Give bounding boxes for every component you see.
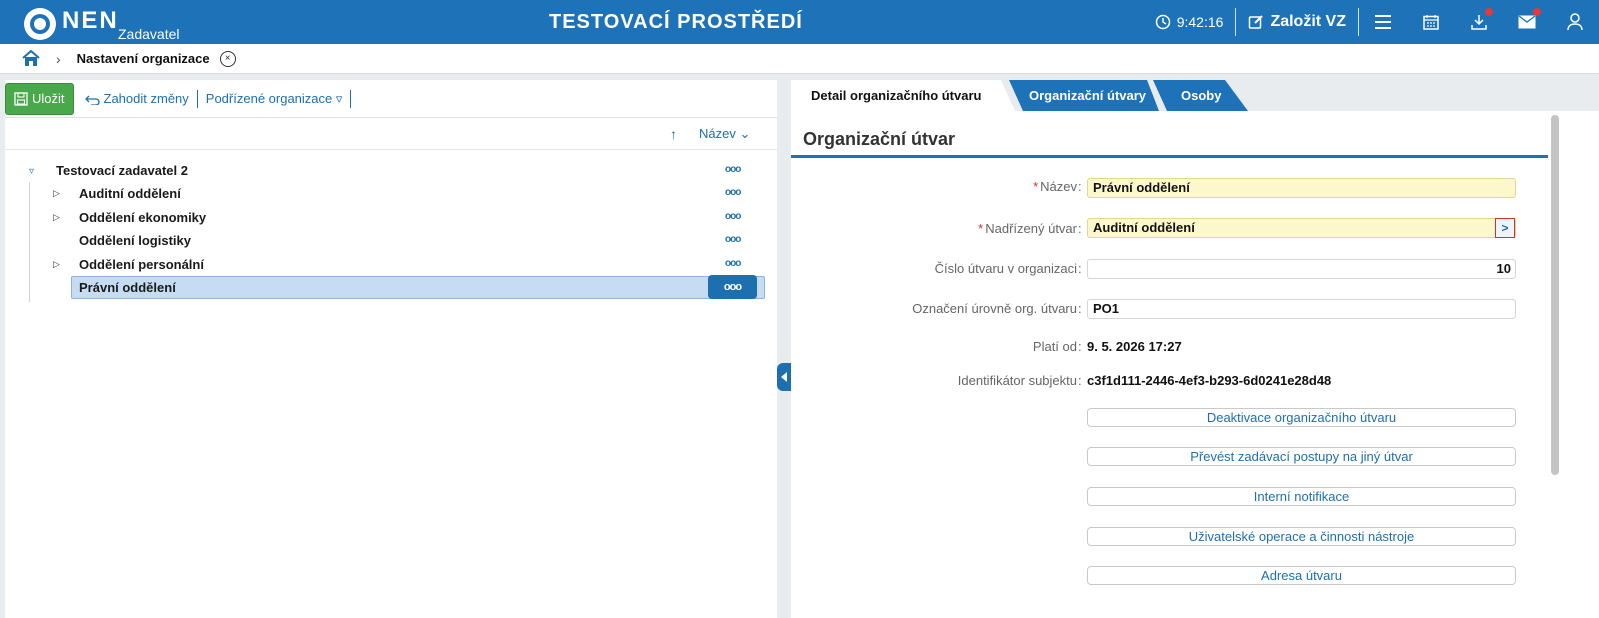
internal-notifications-button[interactable]: Interní notifikace [1087,487,1516,506]
nen-logo-icon [24,8,56,40]
unit-address-button[interactable]: Adresa útvaru [1087,566,1516,585]
menu-button[interactable] [1359,0,1407,44]
close-tab-button[interactable]: × [219,50,236,67]
calendar-icon [1423,15,1439,30]
messages-button[interactable] [1503,0,1551,44]
mail-icon [1518,15,1536,29]
more-actions-button[interactable]: ooo [708,275,757,299]
label-colon: : [1078,261,1082,276]
more-icon[interactable]: ooo [725,211,741,222]
section-divider [791,155,1548,158]
panel-collapse-handle[interactable] [777,363,791,391]
environment-title: TESTOVACÍ PROSTŘEDÍ [549,11,803,33]
detail-panel: Osoby Organizační útvary Detail organiza… [791,80,1599,618]
session-clock: 9:42:16 [1143,0,1236,44]
hamburger-icon [1375,15,1391,29]
parent-unit-label: * Nadřízený útvar [978,221,1077,236]
tab-org-units[interactable]: Organizační útvary [1009,80,1159,111]
discard-changes-button[interactable]: Zahodit změny [76,89,197,109]
detail-tabs: Osoby Organizační útvary Detail organiza… [791,80,1599,111]
logo-text: NEN [62,7,119,34]
label-colon: : [1078,301,1082,316]
tree-guide-line [29,182,30,302]
divider [350,89,352,108]
org-tree-panel: Uložit Zahodit změny Podřízené organizac… [5,80,777,618]
label-colon: : [1078,339,1082,354]
sort-bar: ↑ Název ⌄ [5,118,777,150]
name-field[interactable]: Právní oddělení [1087,178,1516,198]
calendar-button[interactable] [1407,0,1455,44]
sort-direction-icon[interactable]: ↑ [670,126,677,142]
save-label: Uložit [32,91,65,106]
expand-toggle-icon[interactable]: ▷ [53,188,60,199]
notification-dot [1485,8,1493,16]
sub-org-label: Podřízené organizace ▿ [205,90,343,106]
name-label: * Název [1033,179,1077,194]
required-mark: * [1033,179,1039,194]
level-field[interactable]: PO1 [1087,299,1516,319]
tree-item-economics[interactable]: Oddělení ekonomiky [79,206,206,228]
tab-persons[interactable]: Osoby [1153,80,1248,111]
scrollbar[interactable] [1551,115,1559,475]
valid-from-value: 9. 5. 2026 17:27 [1087,339,1182,354]
unit-number-label: Číslo útvaru v organizaci [934,261,1077,276]
picker-button[interactable]: > [1495,218,1515,238]
save-button[interactable]: Uložit [5,82,74,115]
download-icon [1471,15,1487,30]
user-button[interactable] [1551,0,1599,44]
subject-id-label: Identifikátor subjektu [957,373,1077,388]
logo-subtitle: Zadavatel [118,26,180,42]
tree-item-logistics[interactable]: Oddělení logistiky [79,229,191,251]
caret-left-icon [781,372,787,382]
expand-toggle-icon[interactable]: ▷ [53,212,60,223]
more-icon[interactable]: ooo [725,164,741,175]
edit-icon [1249,15,1264,29]
more-icon[interactable]: ooo [725,234,741,245]
floppy-icon [14,91,28,106]
label-colon: : [1078,373,1082,388]
chevron-right-icon: › [56,50,61,67]
expand-toggle-icon[interactable]: ▷ [53,259,60,270]
detail-content: Organizační útvar * Název : Právní odděle… [791,111,1599,618]
label-colon: : [1078,179,1082,194]
label-colon: : [1078,221,1082,236]
parent-unit-value: Auditní oddělení [1093,220,1195,235]
user-icon [1567,13,1583,31]
clock-time: 9:42:16 [1176,14,1224,30]
parent-unit-field[interactable]: Auditní oddělení > [1087,218,1516,238]
collapse-toggle-icon[interactable]: ▿ [29,166,34,177]
undo-icon [84,95,100,105]
home-button[interactable] [22,50,40,68]
tree-item-legal[interactable]: Právní oddělení [79,276,176,298]
clock-icon [1155,14,1170,30]
deactivate-unit-button[interactable]: Deaktivace organizačního útvaru [1087,408,1516,427]
notification-dot [1533,8,1541,16]
tree-root-item[interactable]: Testovací zadavatel 2 [56,159,188,181]
required-mark: * [978,221,984,236]
downloads-button[interactable] [1455,0,1503,44]
more-icon[interactable]: ooo [725,258,741,269]
tree-item-audit[interactable]: Auditní oddělení [79,182,181,204]
subject-id-value: c3f1d111-2446-4ef3-b293-6d0241e28d48 [1087,373,1332,388]
sort-by-name[interactable]: Název ⌄ [699,126,750,142]
discard-label: Zahodit změny [103,91,189,106]
transfer-procedures-button[interactable]: Převést zadávací postupy na jiný útvar [1087,447,1516,466]
breadcrumb-current: Nastavení organizace [76,51,210,66]
tab-detail[interactable]: Detail organizačního útvaru [791,80,1015,111]
breadcrumb: › Nastavení organizace × [0,44,1599,74]
section-title: Organizační útvar [803,129,956,149]
sub-organizations-button[interactable]: Podřízené organizace ▿ [198,89,351,109]
top-bar: NEN Zadavatel TESTOVACÍ PROSTŘEDÍ 9:42:1… [0,0,1599,44]
user-operations-button[interactable]: Uživatelské operace a činnosti nástroje [1087,527,1516,546]
home-icon [22,50,40,66]
new-vz-button[interactable]: Založit VZ [1236,0,1358,44]
tree-item-personnel[interactable]: Oddělení personální [79,253,204,275]
valid-from-label: Platí od [1032,339,1077,354]
unit-number-field[interactable]: 10 [1087,259,1516,279]
level-label: Označení úrovně org. útvaru [912,301,1077,316]
new-vz-label: Založit VZ [1270,13,1346,30]
more-icon[interactable]: ooo [725,187,741,198]
tree-toolbar: Uložit Zahodit změny Podřízené organizac… [5,80,777,118]
